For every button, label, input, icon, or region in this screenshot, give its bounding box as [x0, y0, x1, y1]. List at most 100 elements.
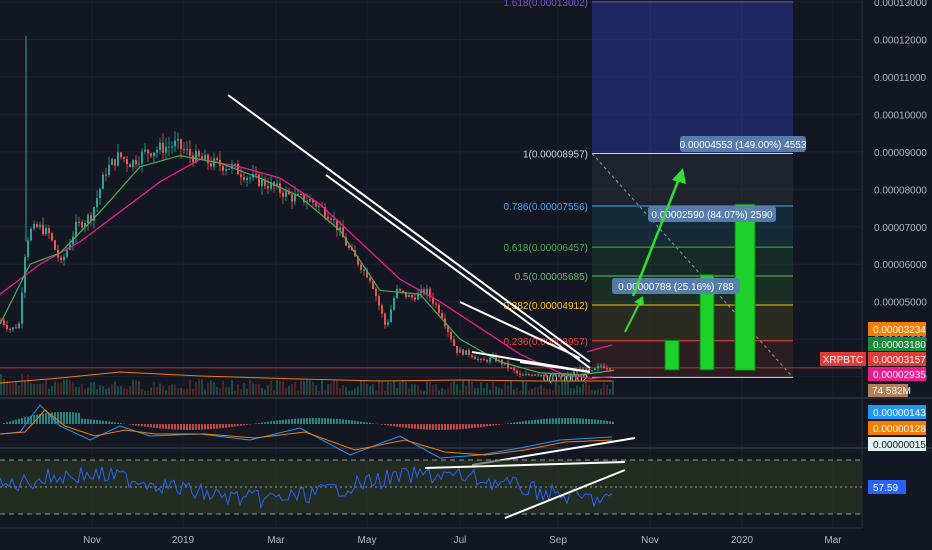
macd-histogram-bar — [261, 422, 263, 424]
macd-histogram-bar — [468, 424, 470, 429]
candle-body — [603, 365, 605, 369]
candle-body — [150, 153, 152, 157]
macd-histogram-bar — [258, 423, 260, 424]
x-tick-label: Nov — [83, 535, 101, 546]
macd-histogram-bar — [477, 424, 479, 428]
volume-bar — [228, 387, 230, 395]
fib-zone — [592, 305, 793, 341]
candle-body — [453, 339, 455, 347]
candle-body — [480, 359, 482, 361]
candle-body — [36, 224, 38, 228]
candle-body — [450, 332, 452, 340]
price-tag-label: 0.00003157 — [873, 355, 926, 366]
volume-bar — [84, 389, 86, 395]
time-axis[interactable]: Nov 2019 Mar May Jul Sep Nov 2020 Mar — [0, 527, 862, 546]
volume-bar — [564, 381, 566, 395]
macd-histogram-bar — [402, 424, 404, 428]
macd-histogram-bar — [246, 424, 248, 425]
volume-bar — [288, 385, 290, 395]
volume-bar — [456, 384, 458, 395]
candle-body — [39, 224, 41, 228]
volume-bar — [594, 390, 596, 395]
macd-histogram-bar — [498, 424, 500, 425]
macd-histogram-bar — [216, 424, 218, 429]
fibonacci-retracement[interactable]: 1.618(0.00013002) 1(0.00008957) 0.786(0.00… — [0, 0, 862, 384]
candle-body — [399, 288, 401, 291]
candle-body — [21, 292, 23, 324]
volume-bar — [273, 390, 275, 395]
volume-bar — [537, 386, 539, 395]
macd-histogram-bar — [519, 421, 521, 424]
macd-histogram-bar — [114, 422, 116, 424]
candle-body — [360, 264, 362, 271]
candle-body — [510, 367, 512, 369]
macd-histogram-bar — [318, 418, 320, 424]
macd-histogram-bar — [225, 424, 227, 428]
volume-bar — [438, 390, 440, 395]
macd-histogram-bar — [426, 424, 428, 430]
macd-histogram-bar — [342, 419, 344, 424]
candle-body — [27, 240, 29, 258]
macd-histogram-bar — [576, 418, 578, 424]
volume-bar — [210, 380, 212, 395]
volume-bar — [378, 379, 380, 395]
macd-histogram-bar — [444, 424, 446, 430]
fib-level-label: 1.618(0.00013002) — [503, 0, 588, 9]
macd-histogram-bar — [522, 421, 524, 424]
macd-histogram-bar — [492, 424, 494, 426]
macd-histogram-bar — [453, 424, 455, 430]
macd-histogram-bar — [84, 418, 86, 424]
macd-histogram-bar — [63, 412, 65, 424]
volume-bar — [120, 385, 122, 395]
macd-histogram-bar — [603, 420, 605, 424]
volume-bar — [108, 387, 110, 395]
volume-bar — [249, 379, 251, 395]
candle-body — [459, 349, 461, 353]
macd-histogram-bar — [93, 419, 95, 424]
candle-body — [396, 288, 398, 298]
volume-bar — [39, 383, 41, 395]
macd-histogram-bar — [147, 424, 149, 428]
x-tick-label: Sep — [549, 535, 567, 546]
volume-bar — [405, 382, 407, 395]
volume-bar — [450, 382, 452, 395]
fib-level-label: 0.5(0.00005685) — [515, 272, 588, 283]
volume-bar — [597, 389, 599, 395]
volume-bar — [162, 385, 164, 395]
candle-body — [549, 376, 551, 378]
candle-body — [531, 374, 533, 376]
volume-bar — [72, 381, 74, 395]
candle-body — [381, 305, 383, 314]
volume-bar — [285, 388, 287, 395]
macd-histogram-bar — [189, 424, 191, 430]
candle-body — [477, 359, 479, 361]
macd-histogram-bar — [24, 417, 26, 424]
volume-bar — [345, 386, 347, 395]
volume-bar — [324, 390, 326, 395]
macd-histogram-bar — [369, 422, 371, 424]
volume-bar — [435, 383, 437, 395]
macd-histogram-bar — [324, 418, 326, 424]
macd-histogram-bar — [303, 418, 305, 424]
volume-bar — [246, 388, 248, 395]
volume-bar — [252, 383, 254, 395]
candle-body — [561, 374, 563, 377]
candle-body — [555, 375, 557, 377]
macd-histogram-bar — [516, 422, 518, 424]
fib-level-label: 1(0.00008957) — [523, 149, 588, 160]
fib-zone — [592, 247, 793, 277]
xrpbtc-chart[interactable]: 1.618(0.00013002) 1(0.00008957) 0.786(0.00… — [0, 0, 932, 550]
macd-histogram-bar — [459, 424, 461, 430]
macd-histogram-bar — [159, 424, 161, 429]
volume-bar — [114, 381, 116, 395]
macd-histogram-bar — [213, 424, 215, 429]
macd-histogram-bar — [441, 424, 443, 430]
volume-bar — [24, 380, 26, 395]
volume-bar — [225, 386, 227, 395]
candle-body — [471, 355, 473, 357]
candle-body — [117, 152, 119, 166]
volume-bar — [297, 390, 299, 395]
trendlines[interactable] — [227, 94, 591, 373]
volume-bar — [78, 386, 80, 395]
macd-histogram-bar — [384, 424, 386, 426]
